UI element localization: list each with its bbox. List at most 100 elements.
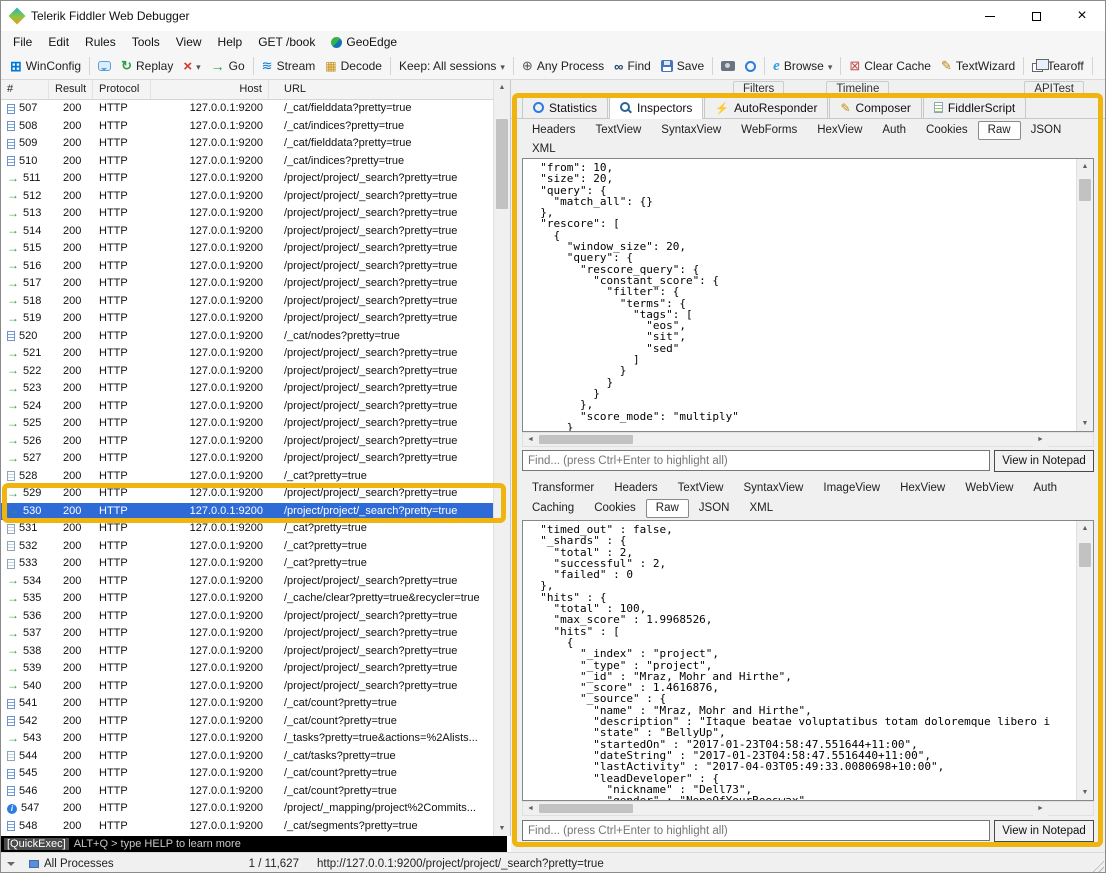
scrollbar-thumb[interactable]: [1079, 543, 1091, 567]
session-row[interactable]: 518200HTTP127.0.0.1:9200/project/project…: [1, 293, 494, 311]
response-tab-transformer[interactable]: Transformer: [522, 479, 604, 498]
tab-autoresponder[interactable]: AutoResponder: [704, 97, 828, 118]
scrollbar-thumb[interactable]: [1079, 179, 1091, 201]
scroll-up-icon[interactable]: [494, 80, 510, 95]
menu-item-geoedge[interactable]: GeoEdge: [323, 33, 405, 51]
toolbar-button-save[interactable]: Save: [656, 56, 709, 76]
toolbar-button-find[interactable]: Find: [609, 56, 656, 77]
session-row[interactable]: 520200HTTP127.0.0.1:9200/_cat/nodes?pret…: [1, 328, 494, 346]
toolbar-button-comment[interactable]: [93, 58, 116, 74]
session-row[interactable]: 508200HTTP127.0.0.1:9200/_cat/indices?pr…: [1, 118, 494, 136]
request-tab-webforms[interactable]: WebForms: [731, 121, 807, 140]
session-row[interactable]: 522200HTTP127.0.0.1:9200/project/project…: [1, 363, 494, 381]
quickexec-bar[interactable]: [QuickExec]ALT+Q > type HELP to learn mo…: [1, 836, 507, 852]
toolbar-button-clear-cache[interactable]: Clear Cache: [844, 55, 936, 77]
maximize-button[interactable]: [1013, 1, 1059, 31]
session-row[interactable]: 528200HTTP127.0.0.1:9200/_cat?pretty=tru…: [1, 468, 494, 486]
session-row[interactable]: 514200HTTP127.0.0.1:9200/project/project…: [1, 223, 494, 241]
capture-indicator-icon[interactable]: [7, 862, 15, 870]
response-tab-webview[interactable]: WebView: [955, 479, 1023, 498]
toolbar-button-decode[interactable]: Decode: [320, 56, 387, 76]
scroll-down-icon[interactable]: [1077, 416, 1093, 431]
response-tab-xml[interactable]: XML: [739, 499, 783, 518]
session-row[interactable]: 516200HTTP127.0.0.1:9200/project/project…: [1, 258, 494, 276]
tab-apitest[interactable]: APITest: [1024, 81, 1084, 97]
scroll-up-icon[interactable]: [1077, 159, 1093, 174]
request-tab-headers[interactable]: Headers: [522, 121, 585, 140]
session-row[interactable]: 546200HTTP127.0.0.1:9200/_cat/count?pret…: [1, 783, 494, 801]
session-row[interactable]: 513200HTTP127.0.0.1:9200/project/project…: [1, 205, 494, 223]
response-tab-textview[interactable]: TextView: [668, 479, 734, 498]
session-row[interactable]: 523200HTTP127.0.0.1:9200/project/project…: [1, 380, 494, 398]
tab-fiddlerscript[interactable]: FiddlerScript: [923, 97, 1026, 118]
response-tab-imageview[interactable]: ImageView: [813, 479, 890, 498]
session-row[interactable]: 534200HTTP127.0.0.1:9200/project/project…: [1, 573, 494, 591]
menu-item-help[interactable]: Help: [210, 33, 251, 51]
session-row[interactable]: 530200HTTP127.0.0.1:9200/project/project…: [1, 503, 494, 521]
resize-grip[interactable]: [1090, 859, 1104, 873]
find-input[interactable]: [522, 450, 990, 471]
session-row[interactable]: 541200HTTP127.0.0.1:9200/_cat/count?pret…: [1, 695, 494, 713]
toolbar-button-keep-all-sessions[interactable]: Keep: All sessions: [394, 56, 510, 76]
session-row[interactable]: 510200HTTP127.0.0.1:9200/_cat/indices?pr…: [1, 153, 494, 171]
session-row[interactable]: 527200HTTP127.0.0.1:9200/project/project…: [1, 450, 494, 468]
session-row[interactable]: 533200HTTP127.0.0.1:9200/_cat?pretty=tru…: [1, 555, 494, 573]
column-header-protocol[interactable]: Protocol: [93, 80, 151, 99]
view-in-notepad-button[interactable]: View in Notepad: [994, 820, 1094, 842]
session-row[interactable]: 519200HTTP127.0.0.1:9200/project/project…: [1, 310, 494, 328]
column-header-host[interactable]: Host: [151, 80, 269, 99]
request-vertical-scrollbar[interactable]: [1076, 159, 1093, 431]
session-row[interactable]: 544200HTTP127.0.0.1:9200/_cat/tasks?pret…: [1, 748, 494, 766]
session-row[interactable]: 531200HTTP127.0.0.1:9200/_cat?pretty=tru…: [1, 520, 494, 538]
tab-filters[interactable]: Filters: [733, 81, 784, 97]
menu-item-tools[interactable]: Tools: [124, 33, 168, 51]
session-row[interactable]: 521200HTTP127.0.0.1:9200/project/project…: [1, 345, 494, 363]
tab-inspectors[interactable]: Inspectors: [609, 97, 703, 119]
toolbar-button-tearoff[interactable]: Tearoff: [1027, 56, 1088, 76]
minimize-button[interactable]: [967, 1, 1013, 31]
column-header-number[interactable]: #: [1, 80, 49, 99]
session-row[interactable]: 524200HTTP127.0.0.1:9200/project/project…: [1, 398, 494, 416]
toolbar-button-remove[interactable]: [178, 55, 205, 78]
session-row[interactable]: 532200HTTP127.0.0.1:9200/_cat?pretty=tru…: [1, 538, 494, 556]
toolbar-button-replay[interactable]: Replay: [116, 55, 178, 77]
response-tab-cookies[interactable]: Cookies: [584, 499, 646, 518]
column-header-url[interactable]: URL: [269, 80, 494, 99]
session-row[interactable]: 537200HTTP127.0.0.1:9200/project/project…: [1, 625, 494, 643]
response-horizontal-scrollbar[interactable]: [522, 801, 1094, 816]
request-tab-json[interactable]: JSON: [1021, 121, 1072, 140]
session-row[interactable]: 509200HTTP127.0.0.1:9200/_cat/fielddata?…: [1, 135, 494, 153]
session-row[interactable]: 536200HTTP127.0.0.1:9200/project/project…: [1, 608, 494, 626]
session-row[interactable]: 525200HTTP127.0.0.1:9200/project/project…: [1, 415, 494, 433]
request-tab-cookies[interactable]: Cookies: [916, 121, 978, 140]
session-row[interactable]: 529200HTTP127.0.0.1:9200/project/project…: [1, 485, 494, 503]
toolbar-button-textwizard[interactable]: TextWizard: [936, 55, 1020, 77]
close-button[interactable]: [1059, 1, 1105, 31]
toolbar-button-launch[interactable]: [740, 58, 761, 75]
tab-timeline[interactable]: Timeline: [826, 81, 889, 97]
request-tab-hexview[interactable]: HexView: [807, 121, 872, 140]
request-tab-auth[interactable]: Auth: [872, 121, 916, 140]
find-input[interactable]: [522, 820, 990, 841]
scrollbar-thumb[interactable]: [496, 119, 508, 209]
menu-item-rules[interactable]: Rules: [77, 33, 124, 51]
session-row[interactable]: 535200HTTP127.0.0.1:9200/_cache/clear?pr…: [1, 590, 494, 608]
session-row[interactable]: 539200HTTP127.0.0.1:9200/project/project…: [1, 660, 494, 678]
menu-item-edit[interactable]: Edit: [40, 33, 77, 51]
session-row[interactable]: 543200HTTP127.0.0.1:9200/_tasks?pretty=t…: [1, 730, 494, 748]
menu-item-file[interactable]: File: [5, 33, 40, 51]
session-row[interactable]: 526200HTTP127.0.0.1:9200/project/project…: [1, 433, 494, 451]
toolbar-button-any-process[interactable]: Any Process: [517, 55, 609, 77]
response-tab-json[interactable]: JSON: [689, 499, 740, 518]
scroll-left-icon[interactable]: [523, 433, 538, 446]
request-tab-textview[interactable]: TextView: [585, 121, 651, 140]
tab-statistics[interactable]: Statistics: [522, 97, 608, 118]
menu-item-view[interactable]: View: [168, 33, 210, 51]
toolbar-button-go[interactable]: Go: [206, 55, 250, 77]
response-tab-headers[interactable]: Headers: [604, 479, 667, 498]
session-row[interactable]: 542200HTTP127.0.0.1:9200/_cat/count?pret…: [1, 713, 494, 731]
process-filter[interactable]: All Processes: [29, 858, 114, 870]
session-row[interactable]: 540200HTTP127.0.0.1:9200/project/project…: [1, 678, 494, 696]
toolbar-button-stream[interactable]: Stream: [257, 55, 321, 77]
session-row[interactable]: 548200HTTP127.0.0.1:9200/_cat/segments?p…: [1, 818, 494, 836]
